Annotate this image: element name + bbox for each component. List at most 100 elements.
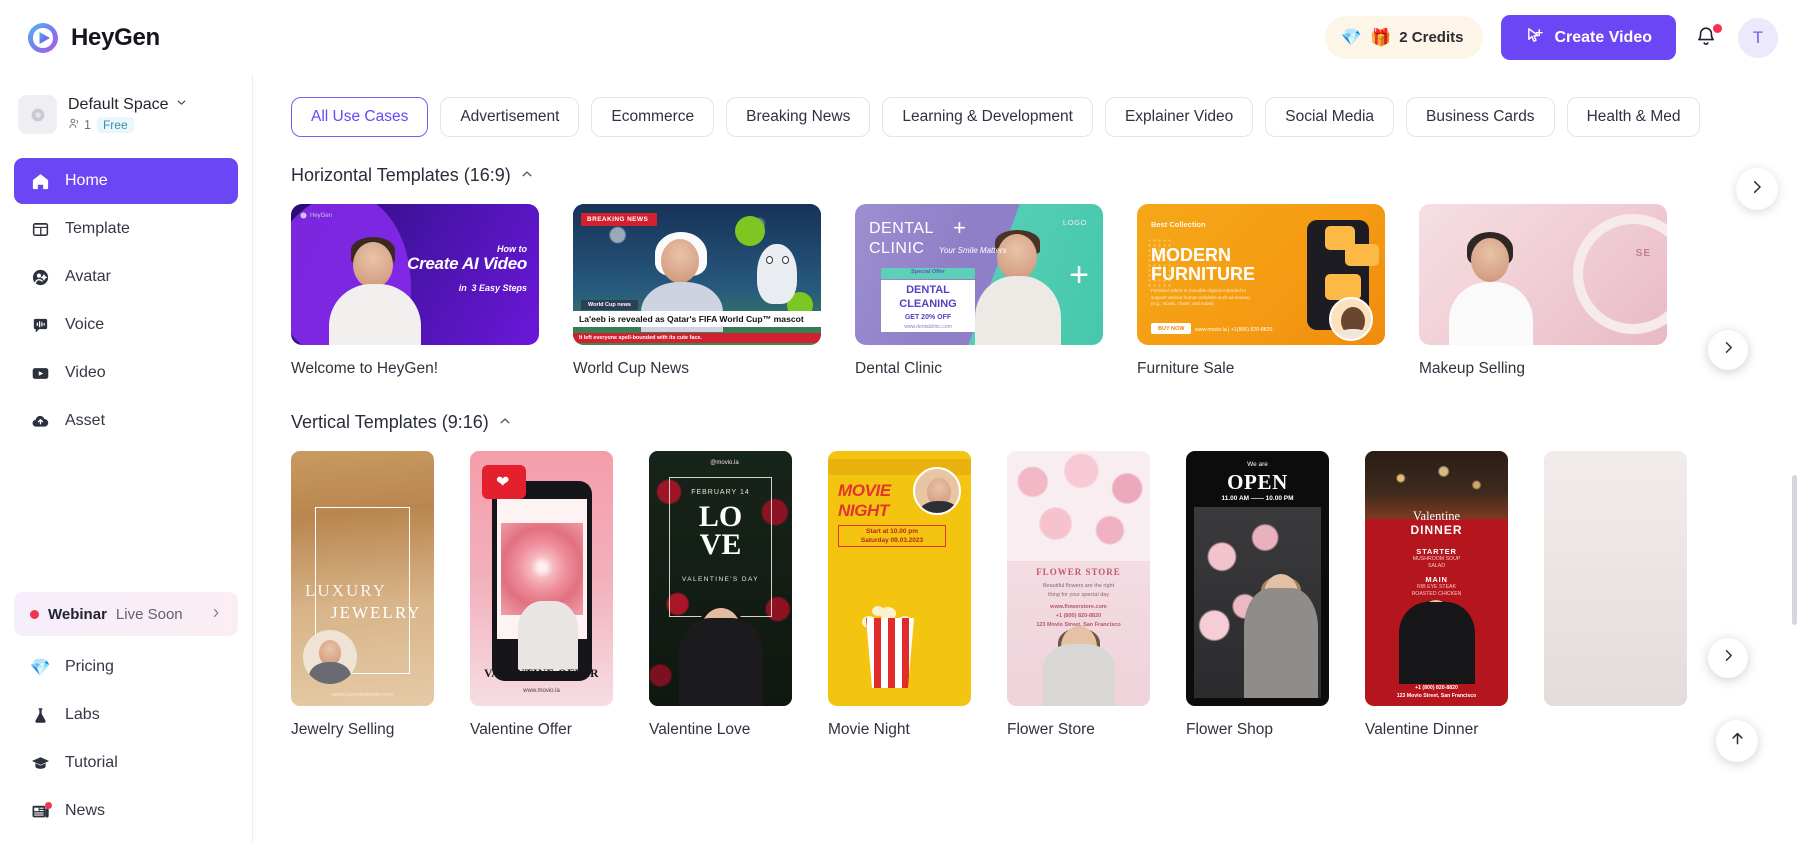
sidebar-item-webinar[interactable]: Webinar Live Soon [14, 592, 238, 636]
workspace-thumbnail [18, 95, 57, 134]
webinar-title: Webinar [48, 605, 107, 623]
sidebar-item-voice[interactable]: Voice [14, 302, 238, 348]
webinar-status: Live Soon [115, 605, 183, 623]
template-card[interactable]: HeyGen How to Create AI Video in 3 Easy … [291, 204, 539, 378]
template-card[interactable]: MOVIE NIGHT Start at 10.00 pm Saturday 0… [828, 451, 971, 739]
section-header-vertical[interactable]: Vertical Templates (9:16) [291, 412, 1800, 433]
heygen-play-logo-icon [26, 21, 60, 55]
filter-chip-explainer-video[interactable]: Explainer Video [1104, 97, 1254, 137]
template-card[interactable] [1544, 451, 1687, 739]
filter-chip-advertisement[interactable]: Advertisement [440, 97, 580, 137]
topbar-actions: 💎 🎁 2 Credits Create Video T [1324, 15, 1778, 60]
page-scrollbar[interactable] [1792, 475, 1797, 625]
workspace-selector[interactable]: Default Space 1 Free [0, 75, 252, 152]
thumb-title2: DINNER [1410, 523, 1463, 537]
chevron-up-icon [498, 414, 512, 431]
cursor-plus-icon [1525, 26, 1544, 50]
sidebar-item-label: Pricing [65, 658, 114, 675]
credits-pill[interactable]: 💎 🎁 2 Credits [1324, 16, 1484, 59]
sidebar-item-label: Home [65, 172, 108, 189]
body-row: Default Space 1 Free Home Template Avata… [0, 75, 1800, 844]
chevron-right-icon [210, 606, 222, 622]
thumb-offer: Special Offer [911, 269, 945, 275]
template-card[interactable]: Valentine DINNER STARTER MUSHROOM SOUP S… [1365, 451, 1508, 739]
filter-chip-all-use-cases[interactable]: All Use Cases [291, 97, 429, 137]
thumb-title: FLOWER STORE [1036, 567, 1121, 577]
bell-icon [1694, 26, 1718, 53]
filter-chip-label: Ecommerce [611, 108, 695, 125]
thumb-date: FEBRUARY 14 [691, 489, 750, 496]
horizontal-template-row: HeyGen How to Create AI Video in 3 Easy … [291, 204, 1800, 378]
section-title: Horizontal Templates (16:9) [291, 165, 511, 185]
sidebar-item-template[interactable]: Template [14, 206, 238, 252]
member-count: 1 [84, 118, 91, 132]
thumb-desc2: thing for your special day [1047, 592, 1110, 598]
template-thumbnail: @movio.la FEBRUARY 14 LO VE VALENTINE'S … [649, 451, 792, 706]
sidebar-item-asset[interactable]: Asset [14, 398, 238, 444]
section-header-horizontal[interactable]: Horizontal Templates (16:9) [291, 165, 1800, 186]
template-card[interactable]: FLOWER STORE Beautiful flowers are the r… [1007, 451, 1150, 739]
filter-chip-ecommerce[interactable]: Ecommerce [591, 97, 715, 137]
template-card-label: Valentine Dinner [1365, 721, 1479, 738]
horizontal-carousel-next-button[interactable] [1708, 330, 1748, 370]
scroll-to-top-button[interactable] [1716, 720, 1758, 762]
sidebar-item-video[interactable]: Video [14, 350, 238, 396]
filter-chip-health-med[interactable]: Health & Med [1566, 97, 1701, 137]
filter-chip-business-cards[interactable]: Business Cards [1406, 97, 1555, 137]
template-card[interactable]: @movio.la FEBRUARY 14 LO VE VALENTINE'S … [649, 451, 792, 739]
brand-logo[interactable]: HeyGen [26, 21, 251, 55]
template-card[interactable]: ❤ VALENTINE OFFER www.movio.la Valentine… [470, 451, 613, 739]
template-card[interactable]: LUXURY JEWELRY www.luxurylejewelry.com J… [291, 451, 434, 739]
news-icon [30, 801, 52, 822]
filter-chip-breaking-news[interactable]: Breaking News [726, 97, 871, 137]
filter-chip-label: Health & Med [1586, 108, 1681, 125]
filter-chip-learning-development[interactable]: Learning & Development [882, 97, 1093, 137]
template-thumbnail: ❤ VALENTINE OFFER www.movio.la [470, 451, 613, 706]
plan-badge: Free [96, 117, 134, 133]
thumb-cta: BUY NOW [1151, 323, 1192, 334]
credits-label: 2 Credits [1399, 29, 1464, 46]
template-card[interactable]: SE Makeup Selling [1419, 204, 1667, 378]
sidebar-item-avatar[interactable]: Avatar [14, 254, 238, 300]
template-card[interactable]: BREAKING NEWS World Cup news La'eeb is r… [573, 204, 821, 378]
filter-chip-label: Breaking News [746, 108, 851, 125]
main-content: All Use Cases Advertisement Ecommerce Br… [253, 75, 1800, 844]
template-card[interactable]: Best Collection MODERN FURNITURE Furnitu… [1137, 204, 1385, 378]
workspace-title-row: Default Space [68, 96, 188, 114]
thumb-desc1: Beautiful flowers are the right [1042, 583, 1115, 589]
user-avatar[interactable]: T [1738, 17, 1778, 58]
thumb-weare: We are [1247, 461, 1268, 468]
filter-chip-social-media[interactable]: Social Media [1265, 97, 1395, 137]
workspace-info: Default Space 1 Free [68, 96, 188, 133]
thumb-course2b: ROASTED CHICKEN [1411, 591, 1462, 597]
filter-chip-label: Business Cards [1426, 108, 1535, 125]
thumb-box3: GET 20% OFF [904, 314, 952, 321]
thumb-handle: @movio.la [710, 460, 739, 466]
sidebar-item-label: Asset [65, 412, 106, 429]
vertical-carousel-next-button[interactable] [1708, 638, 1748, 678]
sidebar-item-news[interactable]: News [14, 788, 238, 834]
sidebar-item-tutorial[interactable]: Tutorial [14, 740, 238, 786]
template-card[interactable]: We are OPEN 11.00 AM —— 10.00 PM Flower … [1186, 451, 1329, 739]
create-video-button[interactable]: Create Video [1501, 15, 1676, 60]
sidebar-item-pricing[interactable]: 💎 Pricing [14, 644, 238, 690]
chevron-right-icon [1720, 339, 1737, 361]
template-card[interactable]: DENTAL CLINIC Your Smile Matters + + LOG… [855, 204, 1103, 378]
sidebar-item-label: Video [65, 364, 106, 381]
sidebar-item-label: Voice [65, 316, 105, 333]
template-card-label: Flower Store [1007, 721, 1095, 738]
thumb-line2: Saturday 09.03.2023 [860, 537, 924, 544]
template-card-label: Welcome to HeyGen! [291, 360, 439, 377]
brand-name: HeyGen [71, 23, 160, 51]
sidebar-item-labs[interactable]: Labs [14, 692, 238, 738]
heygen-app: HeyGen 💎 🎁 2 Credits Create Video T Defa… [0, 0, 1800, 844]
gem-icon: 💎 [29, 657, 52, 677]
filter-chip-label: All Use Cases [311, 108, 409, 125]
thumb-title2: NIGHT [838, 501, 889, 520]
thumb-eyebrow: Best Collection [1151, 220, 1206, 229]
notifications-button[interactable] [1694, 23, 1722, 53]
template-thumbnail: FLOWER STORE Beautiful flowers are the r… [1007, 451, 1150, 706]
sidebar-item-home[interactable]: Home [14, 158, 238, 204]
section-title: Vertical Templates (9:16) [291, 412, 489, 432]
filters-next-button[interactable] [1736, 168, 1778, 210]
